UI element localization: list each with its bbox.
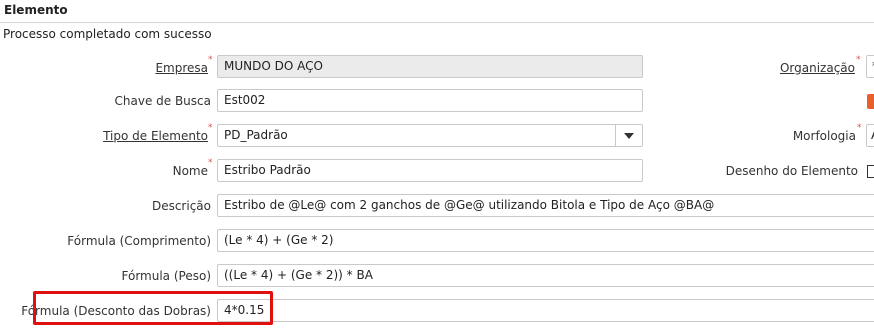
chave-busca-input[interactable]: Est002 (217, 89, 643, 112)
formula-comprimento-label: Fórmula (Comprimento) (67, 234, 211, 248)
empresa-field: MUNDO DO AÇO (217, 55, 643, 78)
dropdown-button[interactable] (615, 125, 642, 146)
required-marker: * (208, 123, 213, 133)
status-message: Processo completado com sucesso (3, 27, 212, 41)
required-marker: * (208, 55, 213, 65)
formula-peso-input[interactable]: ((Le * 4) + (Ge * 2)) * BA (217, 264, 874, 287)
organizacao-label[interactable]: Organização (780, 61, 855, 75)
empresa-label[interactable]: Empresa (155, 61, 208, 75)
highlight-box (33, 291, 273, 325)
required-marker: * (857, 123, 862, 133)
formula-desconto-input[interactable]: 4*0.15 (217, 299, 874, 322)
orange-action-icon[interactable] (867, 94, 874, 109)
nome-label: Nome (172, 164, 208, 178)
formula-comprimento-input[interactable]: (Le * 4) + (Ge * 2) (217, 229, 874, 252)
chevron-down-icon (624, 132, 634, 139)
desenho-elemento-checkbox[interactable] (867, 165, 874, 178)
nome-input[interactable]: Estribo Padrão (217, 159, 643, 182)
title-divider (0, 22, 874, 23)
required-marker: * (856, 55, 861, 65)
tipo-elemento-value: PD_Padrão (224, 128, 288, 142)
tipo-elemento-select[interactable]: PD_Padrão (217, 124, 643, 147)
morfologia-field[interactable]: A (866, 124, 874, 147)
descricao-input[interactable]: Estribo de @Le@ com 2 ganchos de @Ge@ ut… (217, 194, 874, 217)
organizacao-field[interactable]: * (866, 55, 874, 78)
descricao-label: Descrição (151, 199, 211, 213)
page-title: Elemento (4, 3, 68, 17)
required-marker: * (208, 158, 213, 168)
morfologia-label: Morfologia (792, 129, 856, 143)
desenho-elemento-label: Desenho do Elemento (725, 164, 858, 178)
chave-busca-label: Chave de Busca (114, 94, 212, 108)
tipo-elemento-label[interactable]: Tipo de Elemento (103, 129, 208, 143)
formula-peso-label: Fórmula (Peso) (121, 269, 211, 283)
